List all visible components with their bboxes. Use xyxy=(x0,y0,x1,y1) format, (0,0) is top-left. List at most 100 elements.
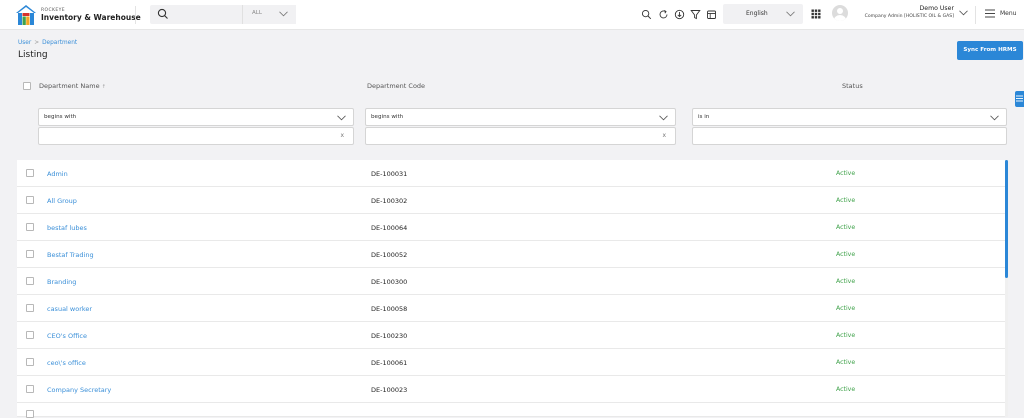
department-code: DE-100031 xyxy=(371,170,408,178)
department-name-link[interactable]: CEO's Office xyxy=(47,332,87,340)
status-filter-input[interactable] xyxy=(696,130,972,143)
table-row[interactable]: ceo\'s office DE-100061 Active xyxy=(17,349,1008,376)
user-role: Company Admin [HOLISTIC OIL & GAS] xyxy=(864,14,954,19)
menu-label[interactable]: Menu xyxy=(1000,10,1016,17)
clear-filter-icon[interactable]: x xyxy=(662,132,666,139)
filter-icon[interactable] xyxy=(690,9,701,20)
sort-ascending-icon: ↑ xyxy=(101,84,106,90)
status-badge: Active xyxy=(836,386,856,393)
table-row[interactable]: Company Secretary DE-100023 Active xyxy=(17,376,1008,403)
department-code: DE-100023 xyxy=(371,386,408,394)
department-table: Department Name ↑ Department Code Status … xyxy=(17,70,1008,418)
download-icon[interactable] xyxy=(674,9,685,20)
user-menu-chevron-down-icon[interactable] xyxy=(959,10,968,16)
status-badge: Active xyxy=(836,332,856,339)
table-row[interactable]: Branding DE-100300 Active xyxy=(17,268,1008,295)
table-header: Department Name ↑ Department Code Status xyxy=(17,70,1008,100)
brand-product-name: Inventory & Warehouse xyxy=(41,13,141,22)
department-code: DE-100302 xyxy=(371,197,408,205)
department-name-link[interactable]: All Group xyxy=(47,197,77,205)
breadcrumb-separator-icon: > xyxy=(34,40,40,46)
department-code: DE-100061 xyxy=(371,359,408,367)
hamburger-menu-icon[interactable] xyxy=(985,9,995,18)
clear-filter-icon[interactable]: x xyxy=(340,132,344,139)
department-name-link[interactable]: Admin xyxy=(47,170,68,178)
department-name-link[interactable]: Company Secretary xyxy=(47,386,111,394)
column-header-department-code[interactable]: Department Code xyxy=(367,82,425,90)
status-badge: Active xyxy=(836,305,856,312)
department-name-link[interactable]: bestaf lubes xyxy=(47,224,87,232)
row-checkbox[interactable] xyxy=(26,169,34,177)
row-checkbox[interactable] xyxy=(26,331,34,339)
row-checkbox[interactable] xyxy=(26,277,34,285)
language-value: English xyxy=(746,10,768,17)
row-checkbox[interactable] xyxy=(26,385,34,393)
table-scrollbar[interactable] xyxy=(1005,160,1008,417)
chevron-down-icon xyxy=(786,11,795,17)
department-name-link[interactable]: Bestaf Trading xyxy=(47,251,94,259)
top-bar: ROCKEYE Inventory & Warehouse ALL Englis… xyxy=(0,0,1024,30)
department-code: DE-100052 xyxy=(371,251,408,259)
row-checkbox[interactable] xyxy=(26,223,34,231)
refresh-icon[interactable] xyxy=(658,9,669,20)
department-code-filter-value[interactable]: x xyxy=(365,127,676,145)
status-filter-operator[interactable]: is in xyxy=(692,108,1007,126)
page-title: Listing xyxy=(18,50,48,60)
column-header-status[interactable]: Status xyxy=(842,82,863,90)
status-filter-value[interactable] xyxy=(692,127,1007,145)
search-scope-select[interactable]: ALL xyxy=(242,5,296,24)
search-scope-value: ALL xyxy=(252,10,262,16)
table-row[interactable]: All Group DE-100302 Active xyxy=(17,187,1008,214)
divider xyxy=(975,6,976,24)
table-row[interactable]: bestaf lubes DE-100064 Active xyxy=(17,214,1008,241)
column-header-department-name[interactable]: Department Name ↑ xyxy=(39,82,106,90)
scrollbar-thumb[interactable] xyxy=(1005,160,1008,278)
table-row[interactable]: Bestaf Trading DE-100052 Active xyxy=(17,241,1008,268)
sync-from-hrms-button[interactable]: Sync From HRMS xyxy=(957,41,1023,60)
status-badge: Active xyxy=(836,197,856,204)
apps-grid-icon[interactable] xyxy=(811,9,821,19)
department-name-link[interactable]: ceo\'s office xyxy=(47,359,86,367)
table-row[interactable]: casual worker DE-100058 Active xyxy=(17,295,1008,322)
side-panel-toggle[interactable] xyxy=(1015,91,1024,107)
status-badge: Active xyxy=(836,251,856,258)
divider xyxy=(135,6,136,24)
table-row[interactable]: Admin DE-100031 Active xyxy=(17,160,1008,187)
department-name-filter-operator[interactable]: begins with xyxy=(38,108,354,126)
department-code: DE-100064 xyxy=(371,224,408,232)
row-checkbox[interactable] xyxy=(26,304,34,312)
status-badge: Active xyxy=(836,278,856,285)
breadcrumb: User > Department xyxy=(18,40,77,46)
search-icon[interactable] xyxy=(641,9,652,20)
breadcrumb-department-link[interactable]: Department xyxy=(42,40,77,46)
department-name-filter-input[interactable] xyxy=(42,130,319,143)
select-all-checkbox[interactable] xyxy=(23,82,31,90)
status-badge: Active xyxy=(836,224,856,231)
department-code: DE-100058 xyxy=(371,305,408,313)
calendar-icon[interactable] xyxy=(706,9,717,20)
chevron-down-icon xyxy=(990,115,999,121)
user-name[interactable]: Demo User xyxy=(920,5,954,12)
department-name-link[interactable]: casual worker xyxy=(47,305,92,313)
row-checkbox[interactable] xyxy=(26,196,34,204)
department-code-filter-operator[interactable]: begins with xyxy=(365,108,676,126)
department-name-filter-value[interactable]: x xyxy=(38,127,354,145)
avatar[interactable] xyxy=(832,5,848,21)
search-icon xyxy=(157,8,168,19)
row-checkbox[interactable] xyxy=(26,250,34,258)
chevron-down-icon xyxy=(337,115,346,121)
department-code: DE-100230 xyxy=(371,332,408,340)
breadcrumb-user-link[interactable]: User xyxy=(18,40,31,46)
chevron-down-icon xyxy=(279,11,288,17)
table-row[interactable]: CEO's Office DE-100230 Active xyxy=(17,322,1008,349)
table-row[interactable] xyxy=(17,403,1008,418)
department-code: DE-100300 xyxy=(371,278,408,286)
status-badge: Active xyxy=(836,359,856,366)
rockeye-logo-icon[interactable] xyxy=(14,3,38,27)
status-badge: Active xyxy=(836,170,856,177)
department-name-link[interactable]: Branding xyxy=(47,278,76,286)
department-code-filter-input[interactable] xyxy=(369,130,641,143)
chevron-down-icon xyxy=(659,115,668,121)
row-checkbox[interactable] xyxy=(26,358,34,366)
language-select[interactable]: English xyxy=(723,4,803,24)
